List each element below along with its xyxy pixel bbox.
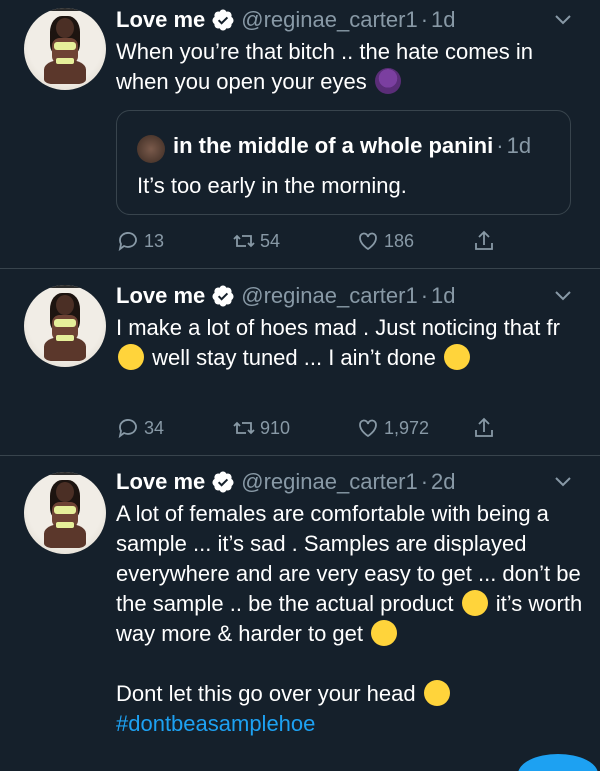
chevron-down-icon[interactable] [554, 14, 572, 26]
verified-badge-icon [212, 471, 234, 493]
separator-dot: · [420, 7, 429, 32]
zany-face-emoji [443, 344, 470, 370]
tweet-header: Love me @reginae_carter1 · 1d [116, 281, 456, 311]
retweet-button[interactable]: 54 [232, 228, 280, 254]
timestamp[interactable]: 1d [431, 7, 455, 33]
share-icon [475, 230, 493, 250]
display-name[interactable]: Love me [116, 469, 205, 495]
tweet-3[interactable]: Love me @reginae_carter1 · 2d A lot of f… [0, 456, 600, 771]
retweet-count: 54 [260, 230, 281, 251]
reply-button[interactable]: 34 [116, 415, 164, 441]
reply-button[interactable]: 13 [116, 228, 164, 254]
like-count: 1,972 [384, 417, 430, 438]
reply-count: 13 [144, 230, 165, 251]
quoted-avatar[interactable] [137, 135, 165, 163]
separator-dot: · [420, 283, 429, 308]
quoted-display-name[interactable]: in the middle of a whole panini [173, 133, 493, 159]
like-count: 186 [384, 230, 415, 251]
heart-icon [359, 419, 377, 438]
reply-icon [118, 419, 137, 439]
face-blowing-kiss-emoji [461, 590, 488, 616]
handle[interactable]: @reginae_carter1 [241, 7, 417, 33]
display-name[interactable]: Love me [116, 283, 205, 309]
tweet-header: Love me @reginae_carter1 · 1d [116, 5, 456, 35]
heart-icon [359, 232, 377, 251]
reply-icon [118, 232, 137, 252]
chevron-down-icon[interactable] [554, 476, 572, 488]
retweet-button[interactable]: 910 [232, 415, 290, 441]
quoted-tweet[interactable]: in the middle of a whole panini · 1d It’… [116, 110, 571, 215]
handle[interactable]: @reginae_carter1 [241, 469, 417, 495]
tweet-header: Love me @reginae_carter1 · 2d [116, 467, 456, 497]
timestamp[interactable]: 2d [431, 469, 455, 495]
avatar[interactable] [24, 285, 106, 367]
face-blowing-kiss-emoji [423, 680, 450, 706]
share-button[interactable] [472, 415, 500, 441]
quoted-text: It’s too early in the morning. [137, 173, 407, 198]
verified-badge-icon [212, 285, 234, 307]
quoted-header: in the middle of a whole panini · 1d [173, 131, 531, 161]
retweet-count: 910 [260, 417, 291, 438]
share-button[interactable] [472, 228, 500, 254]
tweet-actions: 34 910 1,972 [116, 415, 516, 441]
retweet-icon [233, 421, 255, 435]
tweet-actions: 13 54 186 [116, 228, 516, 254]
verified-badge-icon [212, 9, 234, 31]
tweet-text: A lot of females are comfortable with be… [116, 501, 583, 736]
hashtag-link[interactable]: #dontbeasamplehoe [116, 711, 315, 736]
face-with-tears-of-joy-emoji [118, 344, 144, 370]
woman-shrugging-emoji [374, 68, 401, 94]
tweet-2[interactable]: Love me @reginae_carter1 · 1d I make a l… [0, 269, 600, 455]
separator-dot: · [420, 469, 429, 494]
tweet-text: When you’re that bitch .. the hate comes… [116, 39, 534, 94]
like-button[interactable]: 186 [356, 228, 414, 254]
chevron-down-icon[interactable] [554, 290, 572, 302]
retweet-icon [233, 234, 255, 248]
like-button[interactable]: 1,972 [356, 415, 429, 441]
separator-dot: · [496, 133, 504, 158]
share-icon [475, 417, 493, 437]
tweet-text: I make a lot of hoes mad . Just noticing… [116, 315, 560, 370]
quoted-timestamp[interactable]: 1d [507, 133, 531, 159]
reply-count: 34 [144, 417, 165, 438]
handle[interactable]: @reginae_carter1 [241, 283, 417, 309]
avatar[interactable] [24, 8, 106, 90]
timestamp[interactable]: 1d [431, 283, 455, 309]
tweet-1[interactable]: Love me @reginae_carter1 · 1d When you’r… [0, 0, 600, 268]
relieved-face-emoji [371, 620, 398, 646]
display-name[interactable]: Love me [116, 7, 205, 33]
avatar[interactable] [24, 472, 106, 554]
